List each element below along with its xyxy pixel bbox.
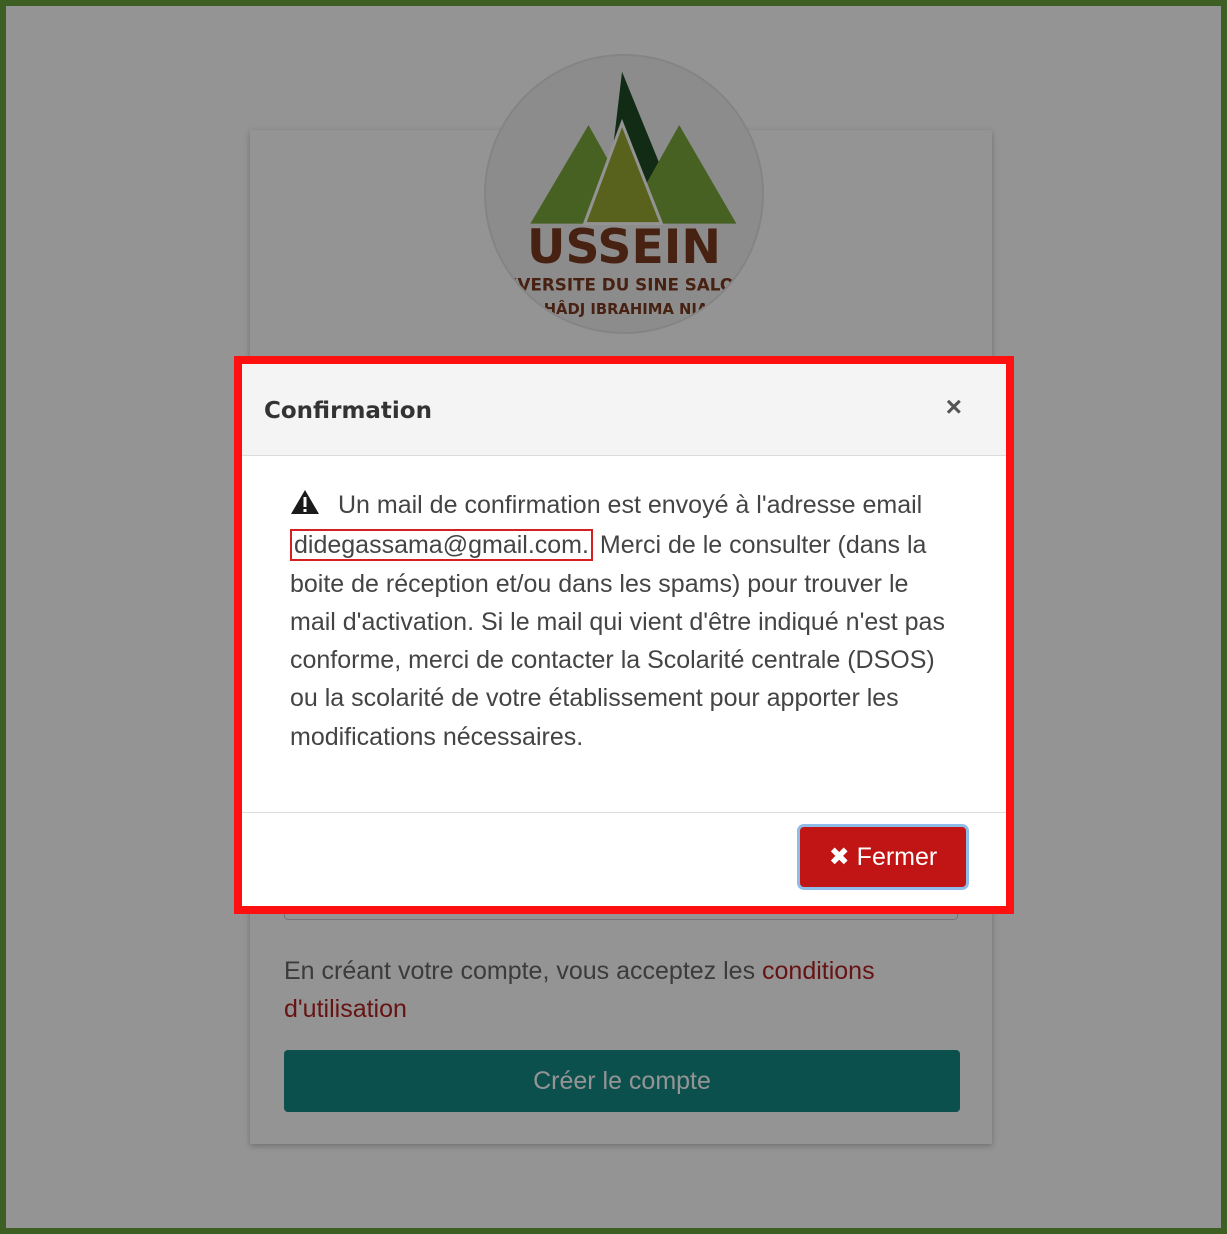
modal-footer: ✖ Fermer bbox=[242, 812, 1006, 906]
fermer-label: Fermer bbox=[856, 843, 938, 871]
email-address: didegassama@gmail.com. bbox=[290, 529, 593, 562]
close-x-icon: ✖ bbox=[828, 843, 850, 871]
modal-header: Confirmation × bbox=[242, 364, 1006, 456]
fermer-button[interactable]: ✖ Fermer bbox=[800, 827, 966, 887]
close-icon[interactable]: × bbox=[940, 390, 968, 424]
warning-icon bbox=[290, 488, 320, 526]
confirmation-modal: Confirmation × Un mail de confirmation e… bbox=[234, 356, 1014, 914]
modal-body: Un mail de confirmation est envoyé à l'a… bbox=[242, 456, 1006, 820]
message-start: Un mail de confirmation est envoyé à l'a… bbox=[338, 491, 923, 519]
modal-title: Confirmation bbox=[264, 398, 432, 424]
screenshot-frame: USSEIN UNIVERSITE DU SINE SALOUM EL HÂDJ… bbox=[0, 0, 1227, 1234]
message-end: Merci de le consulter (dans la boite de … bbox=[290, 531, 945, 751]
